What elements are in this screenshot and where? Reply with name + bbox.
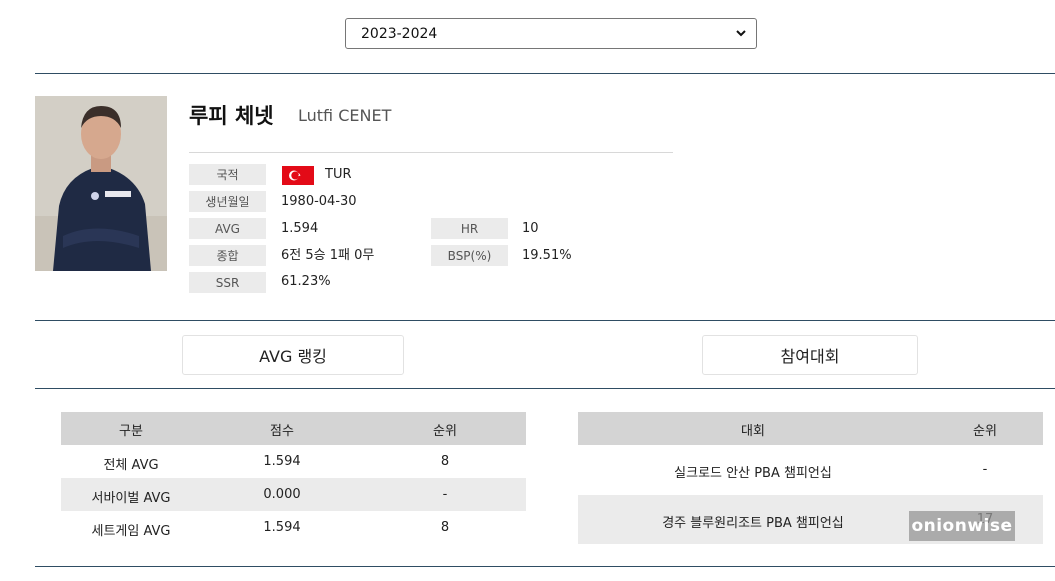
table-cell: 1.594 [263, 454, 301, 469]
turkey-flag-icon [282, 166, 314, 185]
season-select[interactable]: 2023-2024 [345, 18, 757, 49]
table-cell: 8 [440, 520, 450, 535]
table-cell: 1.594 [263, 520, 301, 535]
birth-value: 1980-04-30 [281, 194, 357, 209]
ssr-value: 61.23% [281, 274, 331, 289]
bsp-value: 19.51% [522, 248, 572, 263]
player-name-korean: 루피 체넷 [189, 104, 274, 128]
column-header: 대회 [741, 424, 765, 439]
column-header: 구분 [119, 424, 143, 439]
hr-label: HR [431, 218, 508, 239]
table-cell: - [442, 487, 448, 502]
table-cell: 전체 AVG [103, 458, 159, 473]
column-header: 순위 [973, 424, 997, 439]
avg-value: 1.594 [281, 221, 319, 236]
table-cell: 0.000 [263, 487, 301, 502]
divider [35, 73, 1055, 74]
player-name-english: Lutfi CENET [298, 106, 392, 125]
total-value: 6전 5승 1패 0무 [281, 248, 375, 263]
chevron-down-icon [736, 29, 746, 39]
bsp-label: BSP(%) [431, 245, 508, 266]
ssr-label: SSR [189, 272, 266, 293]
table-cell: 세트게임 AVG [91, 524, 171, 539]
nationality-value: TUR [325, 167, 352, 182]
tab-avg-ranking[interactable]: AVG 랭킹 [182, 335, 404, 375]
table-cell: 실크로드 안산 PBA 챔피언십 [674, 466, 832, 481]
avg-label: AVG [189, 218, 266, 239]
divider [35, 566, 1055, 567]
table-cell: - [982, 462, 988, 477]
table-cell: 8 [440, 454, 450, 469]
total-label: 종합 [189, 245, 266, 266]
column-header: 순위 [433, 424, 457, 439]
table-cell: 경주 블루원리조트 PBA 챔피언십 [662, 516, 844, 531]
divider [35, 320, 1055, 321]
nationality-label: 국적 [189, 164, 266, 185]
table-cell: 서바이벌 AVG [91, 491, 171, 506]
watermark: onionwise [909, 511, 1015, 541]
tab-tournaments[interactable]: 참여대회 [702, 335, 918, 375]
season-select-value: 2023-2024 [361, 25, 438, 42]
birth-label: 생년월일 [189, 191, 266, 212]
hr-value: 10 [522, 221, 539, 236]
column-header: 점수 [270, 424, 294, 439]
player-photo [35, 96, 167, 271]
name-divider [189, 152, 673, 153]
divider [35, 388, 1055, 389]
